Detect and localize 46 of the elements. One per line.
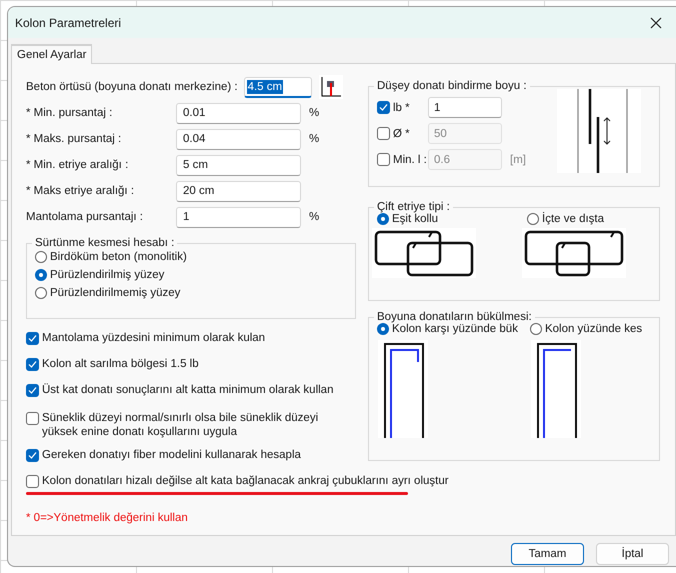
input-field[interactable]: 0.01 [176, 102, 301, 124]
field-label: * Maks. pursantaj : [26, 133, 122, 145]
input-field[interactable]: 1 [176, 206, 301, 228]
check-icon [28, 386, 37, 395]
field-label: * Min. etriye aralığı : [26, 159, 130, 171]
input-field[interactable]: 5 cm [176, 154, 301, 176]
radio-option[interactable]: İçte ve dışta [527, 213, 647, 225]
unit-label: % [309, 133, 320, 145]
radio-option[interactable]: Kolon yüzünde kes [530, 323, 642, 335]
unit-label: % [309, 107, 320, 119]
radio-option[interactable]: Pürüzlendirilmemiş yüzey [35, 287, 347, 299]
cover-button[interactable] [318, 75, 343, 99]
unit-label: [m] [510, 154, 526, 166]
tab[interactable]: Genel Ayarlar [11, 44, 92, 64]
note-text: * 0=>Yönetmelik değerini kullan [26, 512, 188, 524]
radio-option[interactable]: Birdöküm beton (monolitik) [35, 251, 347, 263]
check-icon [379, 103, 388, 112]
checkbox-option[interactable]: Kolon alt sarılma bölgesi 1.5 lb [26, 353, 666, 379]
checkbox-option[interactable]: Süneklik düzeyi normal/sınırlı olsa bile süneklik düzeyi yüksek enine donatı koşullarını uygula [26, 407, 666, 444]
input-field[interactable]: 20 cm [176, 180, 301, 202]
field-label: * Maks etriye aralığı : [26, 185, 136, 197]
field-label: Beton örtüsü (boyuna donatı merkezine) : [26, 81, 238, 93]
field-label: Mantolama pursantajı : [26, 211, 144, 223]
input-field[interactable]: 0.04 [176, 128, 301, 150]
checkbox-option[interactable]: Üst kat donatı sonuçlarını alt katta minimum olarak kullan [26, 379, 666, 407]
dialog-button[interactable]: İptal [596, 543, 669, 565]
rebar-cover-icon [320, 77, 341, 97]
input-field[interactable]: 1 [428, 97, 502, 118]
dialog-button[interactable]: Tamam [511, 543, 584, 565]
group-title: Düşey donatı bindirme boyu : [376, 80, 528, 92]
unit-label: % [309, 211, 320, 223]
close-icon [650, 16, 662, 28]
checkbox-option[interactable]: lb * [377, 101, 428, 114]
group-title: Sürtünme kesmesi hesabı : [34, 237, 176, 249]
checkbox-option[interactable]: Gereken donatıyı fiber modelini kullanarak hesapla [26, 444, 666, 470]
check-icon [28, 360, 37, 369]
group-title: Çift etriye tipi : [376, 201, 451, 213]
field-label: * Min. pursantaj : [26, 107, 114, 119]
checkbox-option[interactable]: Kolon donatıları hizalı değilse alt kata bağlanacak ankraj çubuklarını ayrı oluştur [26, 470, 666, 496]
radio-option[interactable]: Pürüzlendirilmiş yüzey [35, 269, 347, 281]
check-icon [28, 334, 37, 343]
check-icon [28, 451, 37, 460]
window-title: Kolon Parametreleri [15, 16, 122, 30]
group-title: Boyuna donatıların bükülmesi: [376, 311, 533, 323]
input-field[interactable]: 4.5 cm [244, 76, 312, 98]
radio-option[interactable]: Kolon karşı yüzünde bük [377, 323, 518, 335]
